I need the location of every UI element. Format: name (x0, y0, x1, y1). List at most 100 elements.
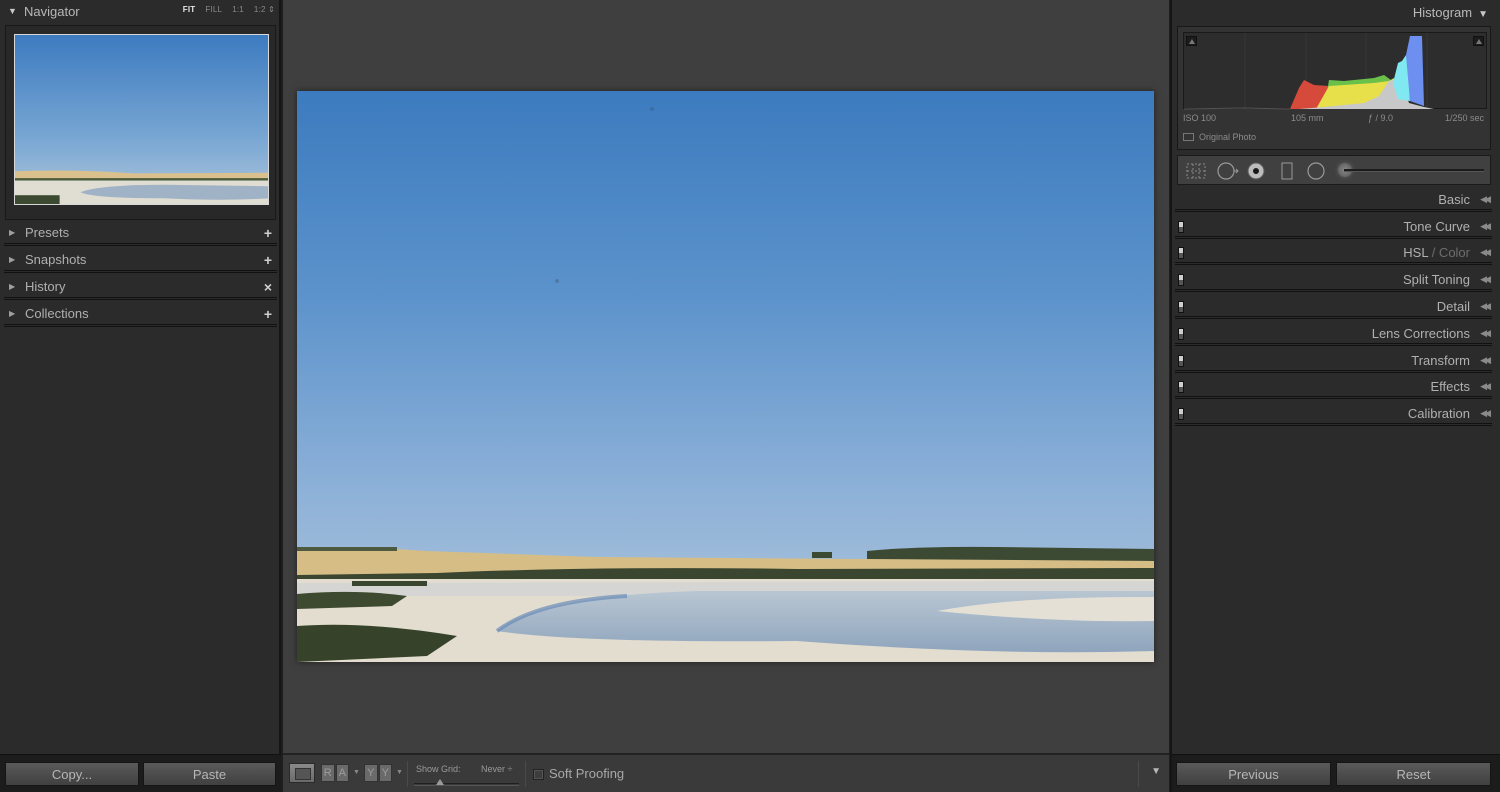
show-grid-label: Show Grid: (416, 764, 461, 774)
panel-detail[interactable]: Detail ◀◀ (1175, 295, 1492, 319)
panel-basic[interactable]: Basic ◀◀ (1175, 188, 1492, 212)
add-snapshot-icon[interactable]: + (264, 252, 272, 268)
zoom-1-1[interactable]: 1:1 (232, 5, 244, 14)
panel-toggle-switch[interactable] (1178, 328, 1184, 340)
before-after-dropdown-icon[interactable]: ▼ (353, 769, 360, 776)
toolbar-divider (407, 761, 408, 787)
reset-button[interactable]: Reset (1336, 762, 1491, 786)
expand-arrow-icon: ◀◀ (1480, 274, 1491, 284)
panel-hsl-color[interactable]: HSL / Color ◀◀ (1175, 241, 1492, 265)
expand-arrow-icon: ◀◀ (1480, 221, 1491, 231)
effects-label: Effects (1430, 379, 1470, 394)
main-photo-image (297, 91, 1154, 662)
before-after-split-button[interactable]: Y Y (364, 764, 392, 782)
shadow-clipping-icon[interactable] (1186, 36, 1197, 46)
navigator-thumbnail[interactable] (14, 34, 269, 205)
main-photo[interactable] (297, 91, 1154, 662)
expand-arrow-icon: ◀◀ (1480, 355, 1491, 365)
navigator-preview-box (5, 25, 276, 220)
panel-toggle-switch[interactable] (1178, 301, 1184, 313)
right-panel: Histogram ▼ ISO 100 105 mm ƒ / 9.0 1/250… (1170, 0, 1500, 792)
expand-arrow-icon: ◀◀ (1480, 247, 1491, 257)
tool-strip-slider[interactable] (1344, 169, 1484, 172)
paste-button[interactable]: Paste (143, 762, 276, 786)
split-left: Y (364, 764, 378, 782)
expand-triangle-icon: ▶ (9, 255, 16, 264)
highlight-clipping-icon[interactable] (1473, 36, 1484, 46)
graduated-filter-icon[interactable] (1280, 162, 1294, 180)
exif-focal-length: 105 mm (1291, 113, 1324, 123)
expand-arrow-icon: ◀◀ (1480, 328, 1491, 338)
collapse-triangle-icon[interactable]: ▼ (8, 6, 18, 16)
panel-transform[interactable]: Transform ◀◀ (1175, 349, 1492, 373)
panel-effects[interactable]: Effects ◀◀ (1175, 375, 1492, 399)
show-grid-select[interactable]: Never ÷ (481, 764, 512, 774)
split-dropdown-icon[interactable]: ▼ (396, 769, 403, 776)
exif-shutter: 1/250 sec (1444, 113, 1484, 123)
detail-label: Detail (1436, 299, 1470, 314)
panel-toggle-switch[interactable] (1178, 274, 1184, 286)
add-collection-icon[interactable]: + (264, 306, 272, 322)
expand-triangle-icon: ▶ (9, 309, 16, 318)
panel-presets[interactable]: ▶ Presets + (4, 222, 277, 246)
histogram-panel: ISO 100 105 mm ƒ / 9.0 1/250 sec Origina… (1177, 26, 1491, 150)
calibration-label: Calibration (1407, 406, 1470, 421)
zoom-fit[interactable]: FIT (183, 5, 196, 14)
image-canvas (283, 0, 1169, 753)
exif-iso: ISO 100 (1183, 113, 1217, 123)
color-tab[interactable]: / Color (1428, 245, 1470, 260)
original-photo-toggle[interactable]: Original Photo (1183, 132, 1256, 142)
panel-toggle-switch[interactable] (1178, 408, 1184, 420)
zoom-1-2[interactable]: 1:2 ⇕ (254, 5, 275, 14)
tool-strip (1177, 155, 1491, 185)
panel-snapshots[interactable]: ▶ Snapshots + (4, 249, 277, 273)
zoom-fill[interactable]: FILL (205, 5, 222, 14)
panel-toggle-switch[interactable] (1178, 221, 1184, 233)
tone-curve-label: Tone Curve (1403, 219, 1470, 234)
toolbar-divider (525, 761, 526, 787)
original-photo-label: Original Photo (1199, 132, 1257, 142)
copy-button[interactable]: Copy... (5, 762, 139, 786)
radial-filter-icon[interactable] (1306, 162, 1326, 180)
bottom-toolbar: R A ▼ Y Y ▼ Show Grid: Never ÷ Soft Proo… (283, 753, 1169, 792)
before-after-button[interactable]: R A (321, 764, 349, 782)
panel-split-toning[interactable]: Split Toning ◀◀ (1175, 268, 1492, 292)
original-photo-checkbox[interactable] (1183, 133, 1194, 141)
soft-proofing-label[interactable]: Soft Proofing (549, 766, 624, 781)
histogram-graph[interactable] (1183, 32, 1487, 110)
previous-button[interactable]: Previous (1176, 762, 1331, 786)
updown-icon: ⇕ (268, 5, 275, 14)
panel-toggle-switch[interactable] (1178, 247, 1184, 259)
before-after-right: A (335, 764, 349, 782)
loupe-view-button[interactable] (289, 763, 315, 783)
hsl-tab[interactable]: HSL (1403, 245, 1428, 260)
collapse-triangle-icon[interactable]: ▼ (1478, 9, 1488, 20)
history-label: History (25, 279, 66, 294)
panel-toggle-switch[interactable] (1178, 355, 1184, 367)
panel-toggle-switch[interactable] (1178, 381, 1184, 393)
navigator-title: Navigator (24, 3, 80, 19)
histogram-title: Histogram (1412, 5, 1473, 20)
grid-size-slider[interactable] (414, 783, 519, 786)
panel-lens-corrections[interactable]: Lens Corrections ◀◀ (1175, 322, 1492, 346)
lens-corrections-label: Lens Corrections (1371, 326, 1470, 341)
crop-overlay-icon[interactable] (1185, 162, 1207, 180)
histogram-header[interactable]: Histogram ▼ (1413, 5, 1488, 20)
add-preset-icon[interactable]: + (264, 225, 272, 241)
snapshots-label: Snapshots (25, 252, 87, 267)
clear-history-icon[interactable]: × (264, 279, 272, 295)
red-eye-icon[interactable] (1246, 162, 1266, 180)
before-after-left: R (321, 764, 335, 782)
panel-history[interactable]: ▶ History × (4, 276, 277, 300)
spot-removal-icon[interactable] (1216, 162, 1240, 180)
toolbar-menu-icon[interactable]: ▼ (1151, 766, 1161, 777)
soft-proofing-checkbox[interactable] (533, 769, 544, 780)
expand-arrow-icon: ◀◀ (1480, 381, 1491, 391)
grid-slider-knob[interactable] (436, 779, 444, 785)
panel-calibration[interactable]: Calibration ◀◀ (1175, 402, 1492, 426)
split-toning-label: Split Toning (1403, 272, 1470, 287)
panel-collections[interactable]: ▶ Collections + (4, 303, 277, 327)
navigator-header[interactable]: ▼ Navigator FIT FILL 1:1 1:2 ⇕ (0, 0, 281, 22)
expand-arrow-icon: ◀◀ (1480, 301, 1491, 311)
panel-tone-curve[interactable]: Tone Curve ◀◀ (1175, 215, 1492, 239)
